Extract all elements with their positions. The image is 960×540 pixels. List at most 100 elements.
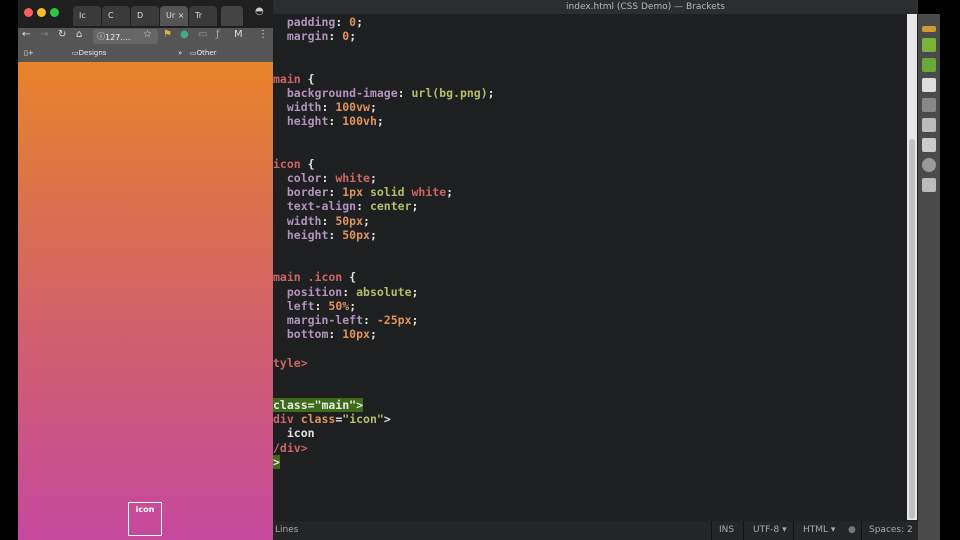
code-token: ; (356, 15, 364, 29)
code-line: div class="icon"> (273, 412, 495, 426)
code-token: left (273, 298, 315, 313)
status-bar: Lines INS UTF-8 ▾ HTML ▾ ● Spaces: 2 (273, 521, 918, 540)
code-token: { (300, 71, 315, 86)
code-line: height: 100vh; (273, 114, 495, 128)
image-icon[interactable] (922, 118, 936, 132)
status-lines: Lines (275, 525, 299, 535)
reload-icon[interactable]: ↻ (58, 29, 66, 40)
code-token: : (314, 298, 329, 313)
extension-m-icon[interactable]: M (234, 29, 243, 40)
code-token: : (356, 199, 370, 214)
code-token: height (273, 227, 329, 242)
extension-flag-icon[interactable]: ⚑ (163, 29, 172, 40)
code-token: text-align (273, 199, 357, 214)
layout-icon[interactable] (922, 178, 936, 192)
code-token: solid (363, 185, 412, 200)
bookmark-flipit[interactable]: ▯ + Flip It (24, 45, 40, 91)
close-window-button[interactable] (24, 8, 33, 17)
code-token: ; (369, 171, 377, 186)
code-line: class="main"> (273, 398, 495, 413)
code-token: main (273, 71, 301, 86)
close-tab-icon[interactable]: × (178, 11, 185, 20)
icon-box: icon (128, 502, 162, 536)
extension-icon[interactable] (922, 58, 936, 72)
window-title: index.html (CSS Demo) — Brackets (273, 0, 918, 14)
code-token: white (411, 185, 447, 200)
code-line: margin: 0; (273, 29, 495, 43)
checkbox-icon[interactable] (922, 138, 936, 152)
forward-icon[interactable]: → (40, 29, 48, 40)
linter-dot-icon: ● (848, 525, 856, 535)
code-line: margin-left: -25px; (273, 313, 495, 327)
bookmark-designs[interactable]: ▭ Designs (72, 45, 106, 62)
live-preview-icon[interactable] (922, 26, 936, 32)
function-icon[interactable]: ƒ (216, 29, 220, 40)
code-token: width (273, 100, 322, 115)
brackets-editor: index.html (CSS Demo) — Brackets padding… (273, 0, 918, 540)
code-token: -25px (376, 312, 412, 327)
code-token: { (300, 156, 315, 171)
other-bookmarks[interactable]: ▭ Other Bookmarks (190, 45, 236, 74)
tab[interactable]: Tr (189, 6, 217, 26)
back-icon[interactable]: ← (22, 29, 30, 40)
code-token: /div> (273, 440, 308, 455)
status-ins[interactable]: INS (719, 521, 734, 540)
tab[interactable]: D (131, 6, 159, 26)
maximize-window-button[interactable] (50, 8, 59, 17)
grid-icon[interactable] (922, 78, 936, 92)
code-token: absolute (356, 284, 412, 299)
incognito-icon: ◓ (255, 6, 264, 17)
code-token: width (273, 213, 322, 228)
extension-icon[interactable]: ● (180, 29, 189, 40)
editor-scrollbar[interactable] (907, 14, 917, 520)
status-spaces[interactable]: Spaces: 2 (869, 521, 913, 540)
tab-bar: Ic C D Ur × Tr ◓ (18, 0, 273, 28)
browser-toolbar: ← → ↻ ⌂ ⓘ 127.... ☆ ⚑ ● ▭ ƒ M ⋮ (18, 28, 273, 45)
code-token: > (383, 412, 391, 427)
scroll-thumb[interactable] (909, 139, 915, 519)
status-language[interactable]: HTML ▾ (803, 521, 835, 540)
code-line: main { (273, 72, 495, 86)
tab[interactable]: C (102, 6, 130, 26)
code-token: "icon" (342, 412, 384, 427)
code-line: width: 100vw; (273, 100, 495, 114)
code-token: 50px (335, 213, 364, 228)
menu-icon[interactable]: ⋮ (258, 29, 268, 40)
code-token: margin (273, 29, 329, 44)
code-token: 100vh (342, 114, 377, 129)
code-token: : (321, 100, 336, 115)
code-token: : (321, 171, 336, 186)
code-line: /div> (273, 441, 495, 455)
code-area[interactable]: padding: 0; margin: 0; main { background-… (273, 15, 495, 469)
code-token: ; (487, 85, 495, 100)
code-token: 50px (342, 227, 370, 242)
code-token: : (321, 213, 336, 228)
code-token: : (342, 284, 357, 299)
refresh-icon[interactable] (922, 158, 936, 172)
code-token: ; (363, 213, 370, 228)
minimize-window-button[interactable] (37, 8, 46, 17)
magic-wand-icon[interactable] (922, 98, 936, 112)
home-icon[interactable]: ⌂ (76, 29, 82, 40)
code-line: icon (273, 426, 495, 440)
code-token: : (328, 227, 343, 242)
tab-active[interactable]: Ur × (160, 6, 188, 26)
code-token: color (273, 171, 322, 186)
code-token: ; (411, 312, 419, 327)
browser-window: Ic C D Ur × Tr ◓ ← → ↻ ⌂ ⓘ 127.... ☆ ⚑ ●… (18, 0, 273, 540)
code-token: padding (273, 15, 336, 29)
bookmark-star-icon[interactable]: ☆ (143, 29, 152, 40)
new-tab-button[interactable] (221, 6, 243, 26)
tab[interactable]: Ic (73, 6, 101, 26)
status-encoding[interactable]: UTF-8 ▾ (753, 521, 787, 540)
code-token: 1px (342, 185, 364, 200)
code-token: ; (411, 199, 419, 214)
cast-icon[interactable]: ▭ (198, 29, 207, 40)
extension-manager-icon[interactable] (922, 38, 936, 52)
more-bookmarks[interactable]: » (178, 45, 182, 62)
code-token: class="main"> (273, 398, 364, 413)
